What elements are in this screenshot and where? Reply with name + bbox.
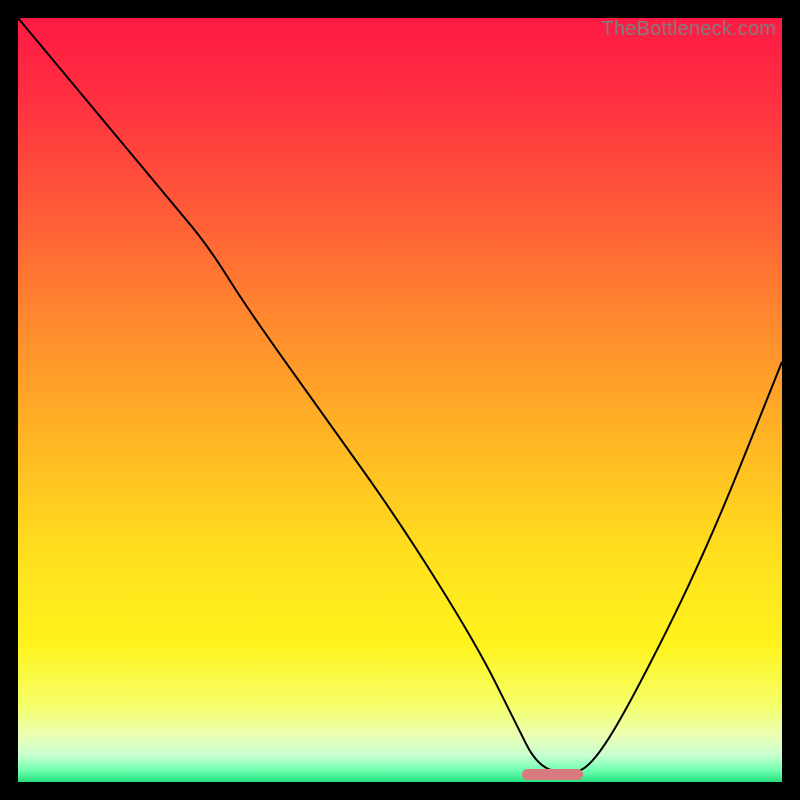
plot-area: TheBottleneck.com xyxy=(18,18,782,782)
chart-frame: TheBottleneck.com xyxy=(18,18,782,782)
bottleneck-curve xyxy=(18,18,782,782)
watermark-text: TheBottleneck.com xyxy=(601,18,776,41)
optimal-marker xyxy=(522,769,583,780)
